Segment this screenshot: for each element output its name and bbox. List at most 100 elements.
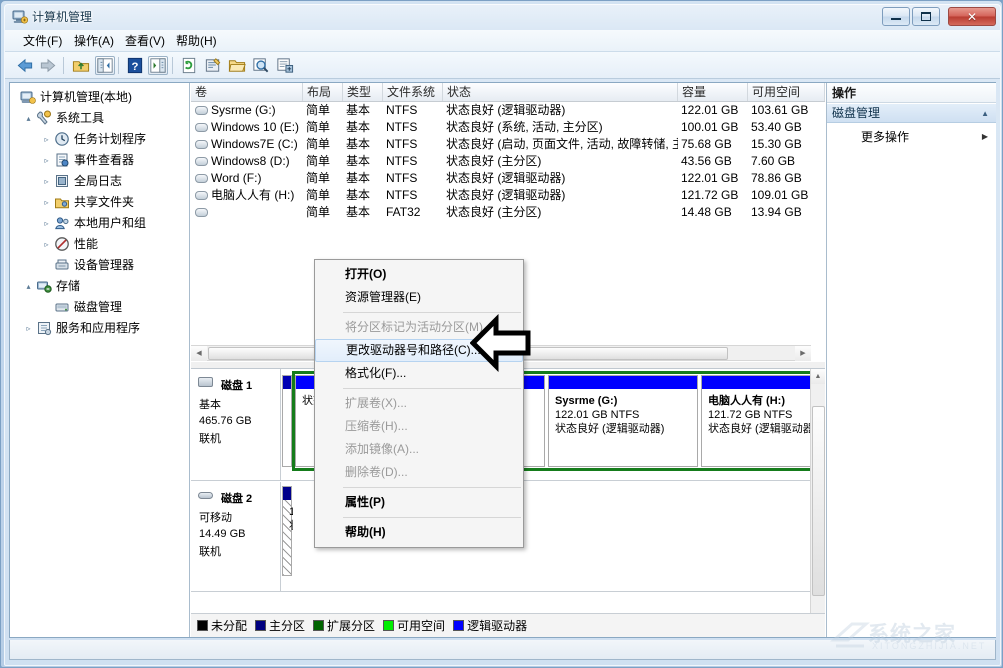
column-header-fs[interactable]: 文件系统 (383, 83, 443, 101)
menu-view[interactable]: 查看(V) (119, 33, 171, 50)
storage-icon (36, 278, 52, 294)
tree-item-服务和应用程序[interactable]: ▹ 服务和应用程序 (10, 318, 189, 339)
partition-size: 122.01 GB NTFS (555, 408, 693, 422)
tree-item-任务计划程序[interactable]: ▹任务计划程序 (10, 129, 189, 150)
column-header-status[interactable]: 状态 (443, 83, 678, 101)
back-icon[interactable] (15, 56, 35, 75)
up-folder-icon[interactable] (71, 56, 91, 75)
column-header-layout[interactable]: 布局 (303, 83, 343, 101)
volume-cell-status: 状态良好 (系统, 活动, 主分区) (446, 119, 678, 136)
tree-item-本地用户和组[interactable]: ▹本地用户和组 (10, 213, 189, 234)
partition-block[interactable]: Sysrme (G:)122.01 GB NTFS状态良好 (逻辑驱动器) (548, 375, 698, 467)
vscroll-thumb[interactable] (812, 406, 825, 596)
volume-row[interactable]: Windows 10 (E:)简单基本NTFS状态良好 (系统, 活动, 主分区… (191, 119, 825, 136)
actions-group-disk-management[interactable]: 磁盘管理 ▲ (827, 104, 996, 123)
close-button[interactable]: ✕ (948, 7, 996, 26)
column-header-type[interactable]: 类型 (343, 83, 383, 101)
partition-color-bar (283, 487, 291, 500)
volume-row[interactable]: Windows7E (C:)简单基本NTFS状态良好 (启动, 页面文件, 活动… (191, 136, 825, 153)
window-title: 计算机管理 (32, 9, 92, 25)
svg-text:?: ? (132, 61, 139, 73)
hscroll-right-arrow[interactable]: ▶ (795, 346, 811, 361)
refresh-icon[interactable] (179, 56, 199, 75)
tree-expander-icon[interactable]: ▴ (23, 276, 34, 297)
volume-cell-volume: 电脑人人有 (H:) (211, 187, 303, 204)
disk-info-panel[interactable]: 磁盘 1基本465.76 GB联机 (191, 369, 281, 480)
column-header-free[interactable]: 可用空间 (748, 83, 825, 101)
tree-expander-icon[interactable]: ▹ (41, 171, 52, 192)
window-inner-frame: 计算机管理 ✕ 文件(F)操作(A)查看(V)帮助(H) (4, 4, 1001, 666)
vscroll-up-arrow[interactable]: ▲ (811, 369, 825, 384)
volume-drive-icon (195, 157, 208, 166)
column-header-volume[interactable]: 卷 (191, 83, 303, 101)
forward-icon[interactable] (38, 56, 58, 75)
volume-cell-status: 状态良好 (主分区) (446, 153, 678, 170)
ctx-extend-volume: 扩展卷(X)... (315, 392, 523, 415)
show-tree-icon[interactable] (95, 56, 115, 75)
shared-folders-icon (54, 194, 70, 210)
partition-title: 电脑人人有 (H:) (708, 394, 825, 408)
volume-cell-volume: Windows8 (D:) (211, 153, 303, 170)
minimize-button[interactable] (882, 7, 910, 26)
partition-details: 电脑人人有 (H:)121.72 GB NTFS状态良好 (逻辑驱动器) (702, 389, 825, 466)
ctx-open[interactable]: 打开(O) (315, 263, 523, 286)
tree-item-性能[interactable]: ▹性能 (10, 234, 189, 255)
menu-action[interactable]: 操作(A) (68, 33, 120, 50)
disk-type: 基本 (199, 396, 280, 412)
disk-info-panel[interactable]: 磁盘 2可移动14.49 GB联机 (191, 482, 281, 591)
tree-expander-icon[interactable]: ▹ (41, 234, 52, 255)
partition-block[interactable] (282, 375, 292, 467)
volume-row[interactable]: 电脑人人有 (H:)简单基本NTFS状态良好 (逻辑驱动器)121.72 GB1… (191, 187, 825, 204)
ctx-properties[interactable]: 属性(P) (315, 491, 523, 514)
show-action-pane-icon[interactable] (148, 56, 168, 75)
volume-row[interactable]: Windows8 (D:)简单基本NTFS状态良好 (主分区)43.56 GB7… (191, 153, 825, 170)
ctx-help[interactable]: 帮助(H) (315, 521, 523, 544)
console-tree[interactable]: 计算机管理(本地)▴系统工具▹任务计划程序▹事件查看器▹全局日志▹共享文件夹▹本… (10, 83, 190, 637)
tree-item-存储[interactable]: ▴存储 (10, 276, 189, 297)
tree-item-全局日志[interactable]: ▹全局日志 (10, 171, 189, 192)
graphic-vscrollbar[interactable]: ▲ (810, 369, 825, 613)
open-folder-icon[interactable] (227, 56, 247, 75)
hscroll-left-arrow[interactable]: ◀ (191, 346, 207, 361)
tree-item-事件查看器[interactable]: ▹事件查看器 (10, 150, 189, 171)
tree-expander-icon[interactable]: ▹ (23, 318, 34, 339)
tree-expander-icon[interactable]: ▹ (41, 129, 52, 150)
tree-expander-icon[interactable]: ▹ (41, 213, 52, 234)
removable-disk-icon (198, 492, 213, 499)
partition-color-bar (702, 376, 825, 389)
ctx-explore[interactable]: 资源管理器(E) (315, 286, 523, 309)
volume-cell-volume: Word (F:) (211, 170, 303, 187)
tree-item-计算机管理(本地)[interactable]: 计算机管理(本地) (10, 87, 189, 108)
partition-block[interactable]: 电脑人人有 (H:)121.72 GB NTFS状态良好 (逻辑驱动器) (701, 375, 825, 467)
column-header-capacity[interactable]: 容量 (678, 83, 748, 101)
tree-item-label: 服务和应用程序 (56, 318, 140, 339)
chevron-up-icon[interactable]: ▲ (981, 104, 989, 123)
tree-item-共享文件夹[interactable]: ▹共享文件夹 (10, 192, 189, 213)
tree-item-系统工具[interactable]: ▴系统工具 (10, 108, 189, 129)
volume-cell-capacity: 100.01 GB (681, 119, 748, 136)
volume-list-rows[interactable]: Sysrme (G:)简单基本NTFS状态良好 (逻辑驱动器)122.01 GB… (191, 102, 825, 221)
legend-swatch (453, 620, 464, 631)
partition-title: Sysrme (G:) (555, 394, 693, 408)
actions-more-item[interactable]: 更多操作 ▶ (827, 128, 996, 146)
menu-help[interactable]: 帮助(H) (170, 33, 223, 50)
properties-icon[interactable] (203, 56, 223, 75)
export-list-icon[interactable] (275, 56, 295, 75)
tree-item-磁盘管理[interactable]: 磁盘管理 (10, 297, 189, 318)
menu-file[interactable]: 文件(F) (17, 33, 68, 50)
volume-row[interactable]: 简单基本FAT32状态良好 (主分区)14.48 GB13.94 GB (191, 204, 825, 221)
tree-expander-icon[interactable]: ▹ (41, 150, 52, 171)
legend-item: 可用空间 (383, 617, 445, 634)
volume-row[interactable]: Sysrme (G:)简单基本NTFS状态良好 (逻辑驱动器)122.01 GB… (191, 102, 825, 119)
partition-block[interactable]: 14.49 GB FAT32状态良好 (主分区) (282, 486, 292, 576)
find-icon[interactable] (251, 56, 271, 75)
tree-item-label: 计算机管理(本地) (40, 87, 132, 108)
volume-row[interactable]: Word (F:)简单基本NTFS状态良好 (逻辑驱动器)122.01 GB78… (191, 170, 825, 187)
maximize-button[interactable] (912, 7, 940, 26)
volume-context-menu[interactable]: 打开(O)资源管理器(E)将分区标记为活动分区(M)更改驱动器号和路径(C)..… (314, 259, 524, 548)
volume-cell-capacity: 75.68 GB (681, 136, 748, 153)
tree-item-设备管理器[interactable]: 设备管理器 (10, 255, 189, 276)
help-icon[interactable]: ? (125, 56, 145, 75)
tree-expander-icon[interactable]: ▴ (23, 108, 34, 129)
tree-expander-icon[interactable]: ▹ (41, 192, 52, 213)
